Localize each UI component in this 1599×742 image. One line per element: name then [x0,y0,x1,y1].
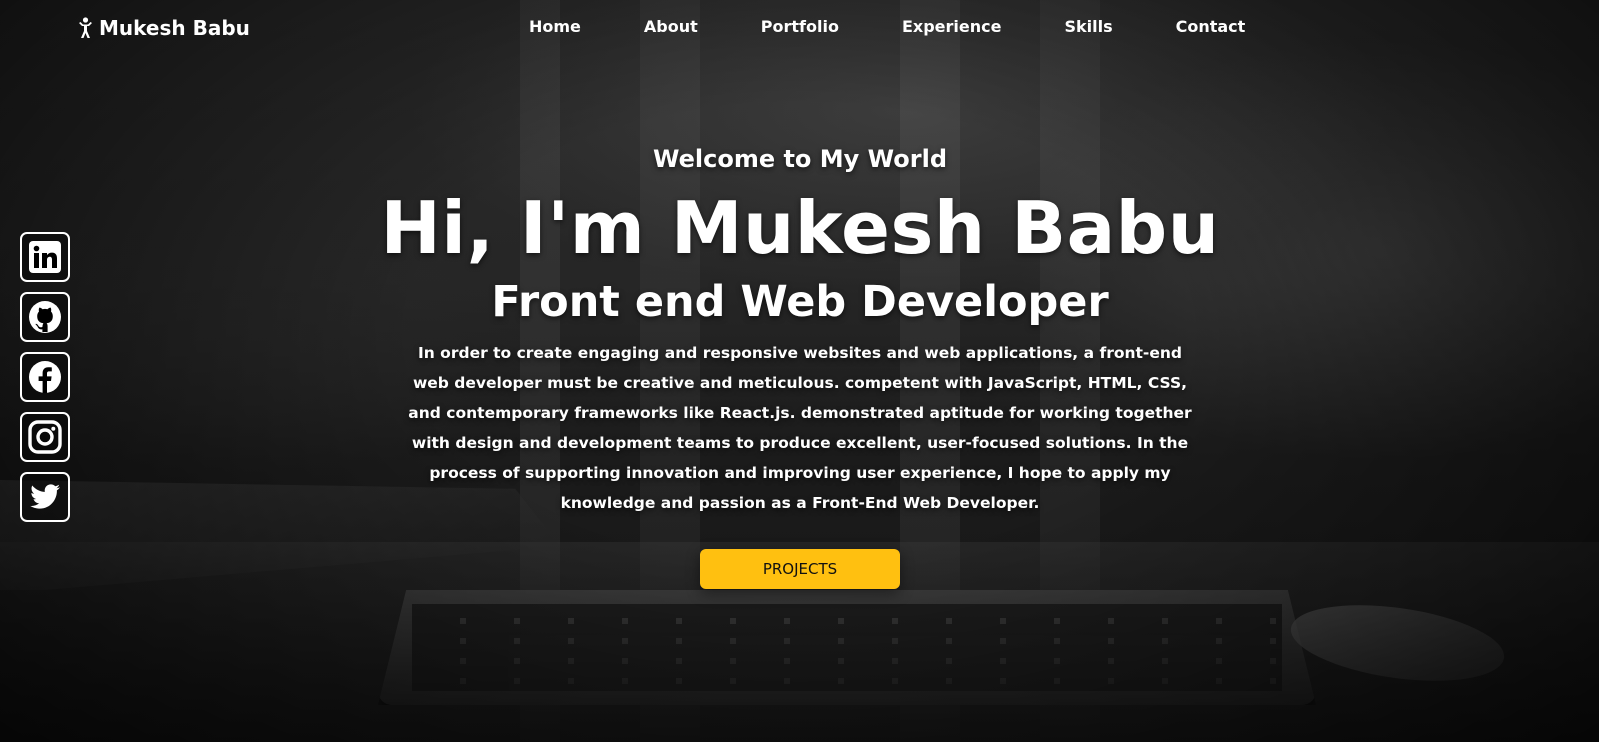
linkedin-icon [29,241,61,273]
projects-button[interactable]: PROJECTS [700,549,900,589]
facebook-icon [29,361,61,393]
brand-logo[interactable]: Mukesh Babu [78,16,250,40]
linkedin-link[interactable] [20,232,70,282]
background-mouse [1286,593,1509,693]
nav-experience[interactable]: Experience [902,17,1002,36]
facebook-link[interactable] [20,352,70,402]
hero-title: Hi, I'm Mukesh Babu [380,186,1220,270]
hero-description: In order to create engaging and responsi… [408,344,1192,512]
navbar: Mukesh Babu Home About Portfolio Experie… [0,0,1599,56]
person-icon [79,17,92,38]
social-links [20,232,70,522]
instagram-link[interactable] [20,412,70,462]
nav-contact[interactable]: Contact [1176,17,1246,36]
main-nav: Home About Portfolio Experience Skills C… [529,17,1245,36]
nav-home[interactable]: Home [529,17,581,36]
twitter-icon [30,484,60,509]
github-icon [29,301,61,333]
brand-name: Mukesh Babu [99,16,250,40]
nav-portfolio[interactable]: Portfolio [761,17,839,36]
nav-skills[interactable]: Skills [1064,17,1112,36]
hero-subtitle: Front end Web Developer [491,277,1109,327]
hero-section: Welcome to My World Hi, I'm Mukesh Babu … [380,140,1220,518]
nav-about[interactable]: About [644,17,698,36]
twitter-link[interactable] [20,472,70,522]
hero-welcome: Welcome to My World [652,145,948,173]
background-keyboard [378,590,1316,705]
instagram-icon [28,420,62,454]
github-link[interactable] [20,292,70,342]
